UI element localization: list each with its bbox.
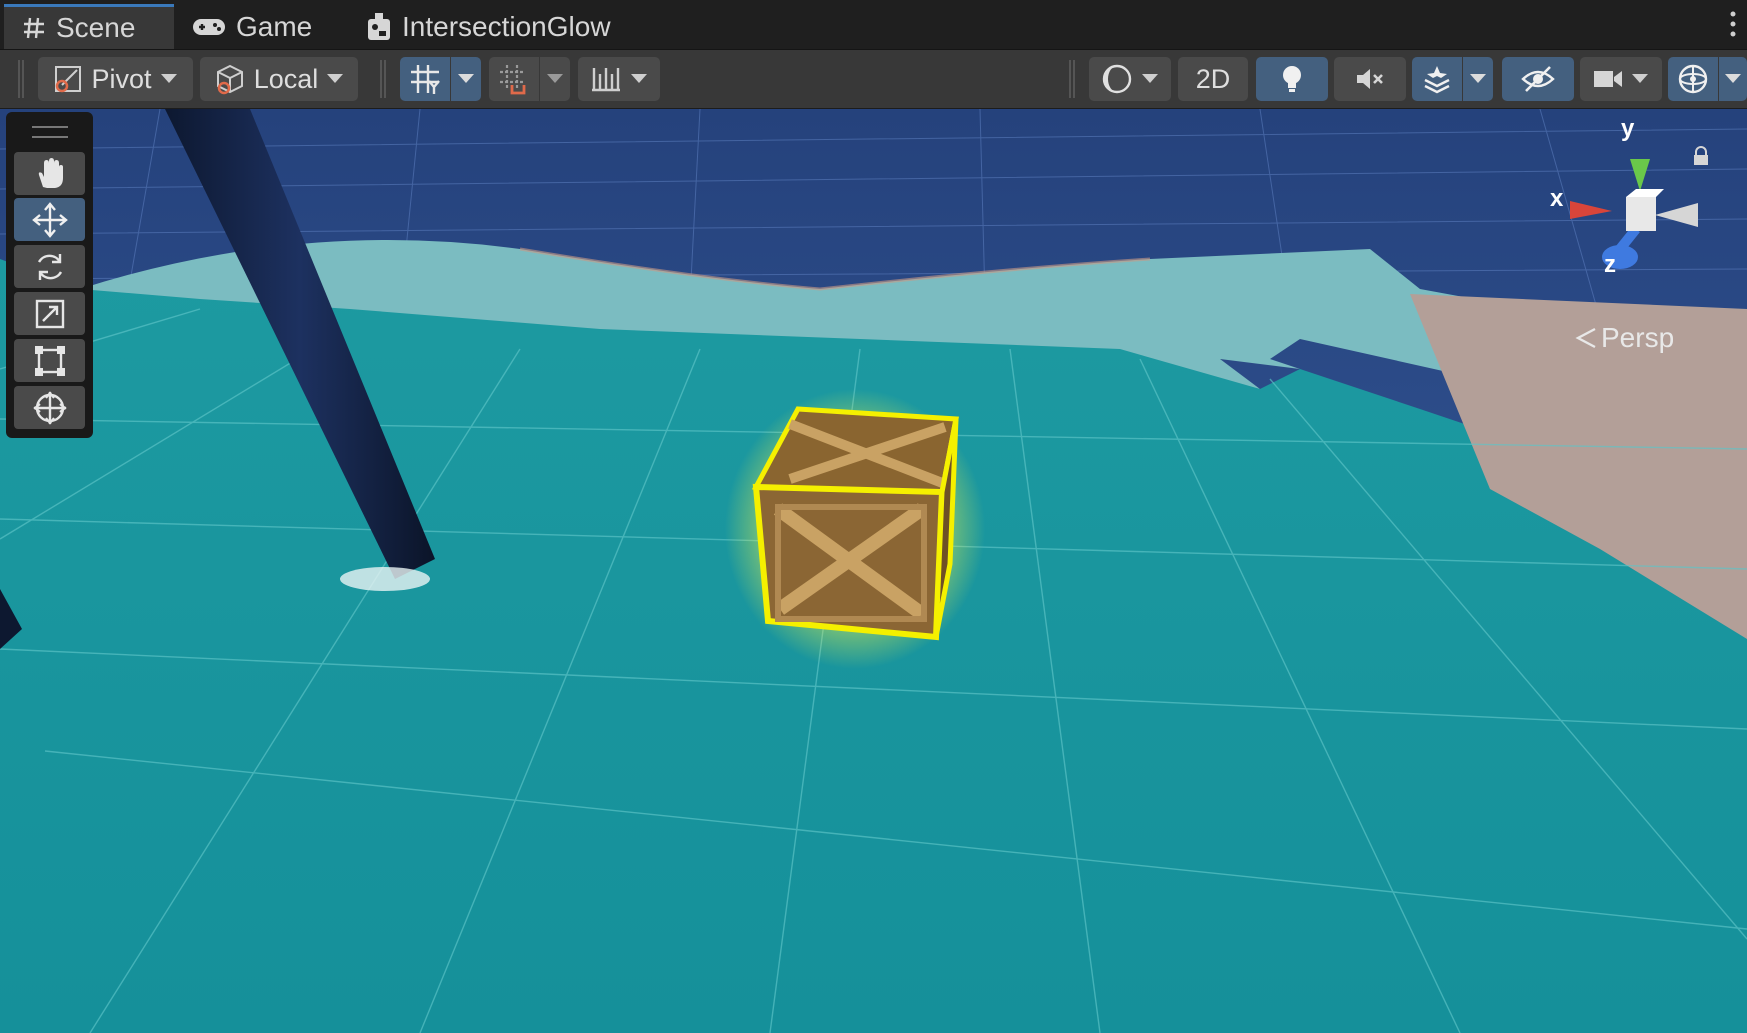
chevron-down-icon (631, 74, 647, 83)
toolbar-grip[interactable] (18, 60, 24, 98)
pivot-icon (55, 66, 82, 93)
shader-graph-icon (368, 12, 390, 40)
gizmo-sphere-icon (1678, 64, 1708, 94)
tool-palette (6, 112, 93, 438)
gamepad-icon (193, 18, 225, 35)
toolbar-grip[interactable] (380, 60, 386, 98)
local-dropdown[interactable]: Local (200, 57, 358, 101)
effects-dropdown[interactable] (1463, 57, 1493, 101)
tab-intersectionglow-label: IntersectionGlow (402, 10, 611, 42)
increment-snap-dropdown[interactable] (540, 57, 570, 101)
increment-snap-toggle[interactable] (489, 57, 539, 101)
camera-settings-dropdown[interactable] (1580, 57, 1662, 101)
shading-sphere-icon (1102, 64, 1132, 94)
scene-viewport[interactable]: y x z (0, 109, 1747, 1033)
chevron-down-icon (547, 74, 563, 83)
grid-snap-toggle[interactable] (400, 57, 450, 101)
tab-game-label: Game (236, 10, 313, 42)
chevron-down-icon (1725, 74, 1741, 83)
move-tool-button[interactable] (14, 198, 85, 241)
scene-visibility-toggle[interactable] (1502, 57, 1574, 101)
tab-intersectionglow[interactable]: IntersectionGlow (366, 4, 611, 49)
gizmo-y-label: y (1621, 115, 1635, 142)
tab-scene[interactable]: Scene (4, 4, 174, 49)
chevron-down-icon (1142, 74, 1158, 83)
2d-label: 2D (1195, 63, 1231, 94)
tab-scene-label: Scene (56, 12, 136, 43)
pole-foam (340, 567, 430, 591)
tool-palette-grip[interactable] (32, 126, 68, 138)
move-arrows-icon (31, 201, 68, 238)
transform-icon (32, 390, 67, 425)
gizmo-x-label: x (1550, 185, 1564, 212)
lighting-toggle[interactable] (1256, 57, 1328, 101)
2d-toggle-button[interactable]: 2D (1178, 57, 1248, 101)
gizmo-center-cube[interactable] (1626, 197, 1656, 231)
speaker-muted-icon (1357, 69, 1383, 89)
scene-tab-bar: Scene Game IntersectionGlow (0, 0, 1747, 50)
local-label: Local (253, 63, 319, 94)
x-axis-cone[interactable] (1570, 201, 1612, 219)
gizmos-dropdown[interactable] (1719, 57, 1747, 101)
toolbar-grip[interactable] (1069, 60, 1075, 98)
chevron-down-icon (458, 74, 474, 83)
hand-icon (38, 157, 63, 188)
rect-transform-icon (34, 345, 65, 376)
rotate-icon (37, 253, 62, 280)
y-axis-cone[interactable] (1630, 159, 1650, 191)
grid-snap-icon (411, 65, 440, 94)
glowing-crate[interactable] (725, 389, 985, 669)
ruler-icon (592, 68, 620, 92)
light-bulb-icon (1283, 66, 1301, 92)
transform-tool-button[interactable] (14, 386, 85, 429)
hand-tool-button[interactable] (14, 152, 85, 195)
ruler-snap-dropdown[interactable] (578, 57, 660, 101)
tab-game[interactable]: Game (192, 4, 312, 49)
camera-icon (1594, 71, 1622, 87)
rect-tool-button[interactable] (14, 339, 85, 382)
draw-mode-dropdown[interactable] (1089, 57, 1171, 101)
pivot-dropdown[interactable]: Pivot (38, 57, 193, 101)
gizmos-toggle[interactable] (1668, 57, 1718, 101)
scene-toolbar: Pivot Local 2D (0, 50, 1747, 109)
lock-icon[interactable] (1692, 146, 1710, 166)
scene-render (0, 109, 1747, 1033)
effects-layers-icon (1424, 66, 1450, 94)
chevron-down-icon (327, 74, 344, 83)
scale-tool-button[interactable] (14, 292, 85, 335)
increment-snap-icon (500, 65, 526, 95)
audio-toggle[interactable] (1334, 57, 1406, 101)
rotate-tool-button[interactable] (14, 245, 85, 288)
more-options-icon[interactable] (1729, 10, 1737, 38)
chevron-down-icon (1632, 74, 1648, 83)
gizmo-z-label: z (1604, 251, 1616, 278)
orientation-gizmo[interactable] (1540, 129, 1710, 279)
neg-x-axis-cone[interactable] (1655, 203, 1698, 227)
pivot-label: Pivot (91, 63, 152, 94)
grid-snap-dropdown[interactable] (451, 57, 481, 101)
perspective-icon (1575, 327, 1596, 349)
scale-icon (35, 299, 64, 328)
effects-toggle[interactable] (1412, 57, 1462, 101)
projection-toggle[interactable]: Persp (1575, 322, 1674, 354)
eye-hidden-icon (1521, 66, 1555, 92)
chevron-down-icon (160, 74, 177, 83)
cube-outline-icon (216, 64, 243, 95)
chevron-down-icon (1470, 74, 1486, 83)
hash-icon (24, 17, 44, 39)
projection-label: Persp (1601, 322, 1675, 353)
